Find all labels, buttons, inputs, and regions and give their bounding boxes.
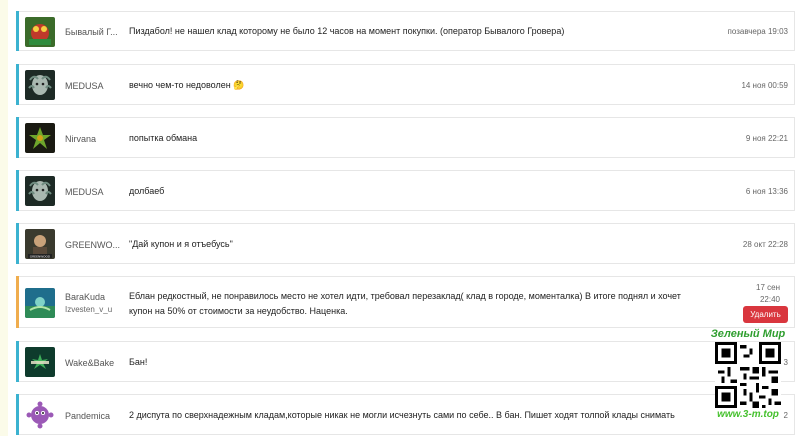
message-row: Wake&Bake Бан! 3 xyxy=(16,341,795,382)
timestamp-time: 22:40 xyxy=(759,295,780,304)
message-row: Бывалый Г... Пиздабол! не нашел клад кот… xyxy=(16,11,795,51)
watermark: Зеленый Мир www.3-m.top xyxy=(708,328,788,430)
message-text: Еблан редкостный, не понравилось место н… xyxy=(129,291,681,301)
username[interactable]: GREENWO... xyxy=(65,240,129,250)
message-text: Бан! xyxy=(129,357,148,367)
message-text: "Дай купон и я отъебусь" xyxy=(129,239,233,249)
message-row: MEDUSA вечно чем-то недоволен 🤔 14 ноя 0… xyxy=(16,64,795,105)
nirvana-avatar-icon[interactable] xyxy=(25,123,55,153)
username[interactable]: MEDUSA xyxy=(65,187,129,197)
message-row: Nirvana попытка обмана 9 ноя 22:21 xyxy=(16,117,795,158)
medusa-avatar-icon[interactable] xyxy=(25,70,55,100)
pandemica-avatar-icon[interactable] xyxy=(25,400,55,430)
delete-button[interactable]: Удалить xyxy=(743,306,788,323)
barakuda-avatar-icon[interactable] xyxy=(25,288,55,318)
message-row: BaraKuda Izvesten_v_u Еблан редкостный, … xyxy=(16,276,795,328)
medusa-avatar-icon[interactable] xyxy=(25,176,55,206)
message-row: Pandemica 2 диспута по сверхнадежным кла… xyxy=(16,394,795,435)
frog-avatar-icon[interactable] xyxy=(25,17,55,47)
wakebake-avatar-icon[interactable] xyxy=(25,347,55,377)
timestamp: 14 ноя 00:59 xyxy=(741,81,788,90)
left-strip xyxy=(0,0,8,436)
svg-text:GREENWOOD: GREENWOOD xyxy=(30,255,51,259)
timestamp: 17 сен xyxy=(756,283,780,292)
message-text-line2: купон на 50% от стоимости за неудобство.… xyxy=(129,306,348,316)
timestamp: 9 ноя 22:21 xyxy=(745,134,788,143)
watermark-title: Зеленый Мир xyxy=(710,328,786,340)
timestamp: 6 ноя 13:36 xyxy=(745,187,788,196)
message-text: попытка обмана xyxy=(129,133,198,143)
message-row: MEDUSA долбаеб 6 ноя 13:36 xyxy=(16,170,795,211)
username[interactable]: Nirvana xyxy=(65,134,129,144)
message-text: Пиздабол! не нашел клад которому не было… xyxy=(129,26,565,36)
message-text: долбаеб xyxy=(129,186,165,196)
timestamp: 28 окт 22:28 xyxy=(742,240,788,249)
message-text: 2 диспута по сверхнадежным кладам,которы… xyxy=(129,410,675,420)
message-row: GREENWOOD GREENWO... "Дай купон и я отъе… xyxy=(16,223,795,264)
username[interactable]: Wake&Bake xyxy=(65,358,129,368)
username[interactable]: MEDUSA xyxy=(65,81,129,91)
watermark-url: www.3-m.top xyxy=(717,409,779,420)
greenwood-avatar-icon[interactable]: GREENWOOD xyxy=(25,229,55,259)
message-text: вечно чем-то недоволен 🤔 xyxy=(129,80,245,90)
username-secondary: Izvesten_v_u xyxy=(65,305,113,314)
timestamp: позавчера 19:03 xyxy=(727,27,788,36)
username[interactable]: Pandemica xyxy=(65,411,129,421)
username[interactable]: Бывалый Г... xyxy=(65,27,129,37)
qr-code-icon xyxy=(715,342,781,408)
username[interactable]: BaraKuda xyxy=(65,292,129,302)
